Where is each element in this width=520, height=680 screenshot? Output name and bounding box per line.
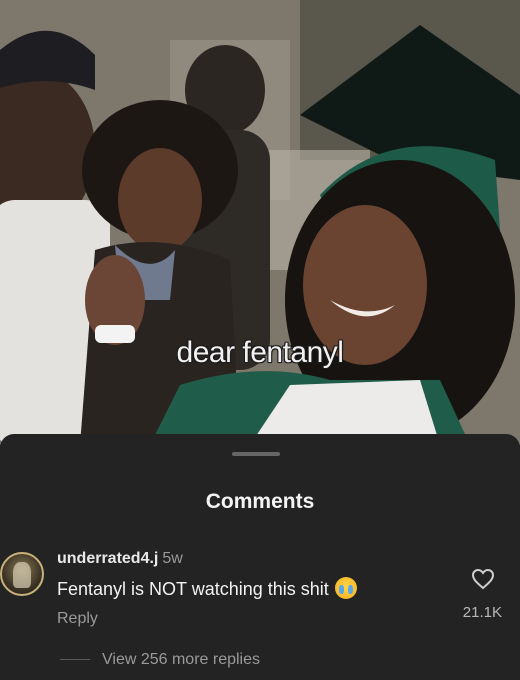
avatar-image: [13, 562, 31, 588]
comment-body: Fentanyl is NOT watching this shit: [57, 577, 357, 600]
reply-button[interactable]: Reply: [57, 610, 98, 628]
replies-divider: [60, 659, 90, 660]
comment-header: underrated4.j 5w: [57, 550, 183, 568]
heart-outline-icon[interactable]: [471, 568, 495, 590]
comment-text: Fentanyl is NOT watching this shit: [57, 579, 329, 599]
comment-age: 5w: [162, 550, 183, 567]
like-count: 21.1K: [462, 604, 502, 621]
drag-handle[interactable]: [232, 452, 280, 456]
sheet-title: Comments: [205, 490, 315, 513]
view-more-replies-button[interactable]: View 256 more replies: [102, 651, 260, 669]
video-caption: dear fentanyl: [176, 336, 344, 369]
video-frame[interactable]: dear fentanyl: [0, 0, 520, 445]
crying-face-emoji-icon: [334, 577, 357, 599]
username-link[interactable]: underrated4.j: [57, 550, 158, 567]
avatar[interactable]: [0, 552, 44, 596]
comments-sheet: Comments underrated4.j 5w Fentanyl is NOT…: [0, 434, 520, 680]
video-scene: [0, 0, 520, 445]
